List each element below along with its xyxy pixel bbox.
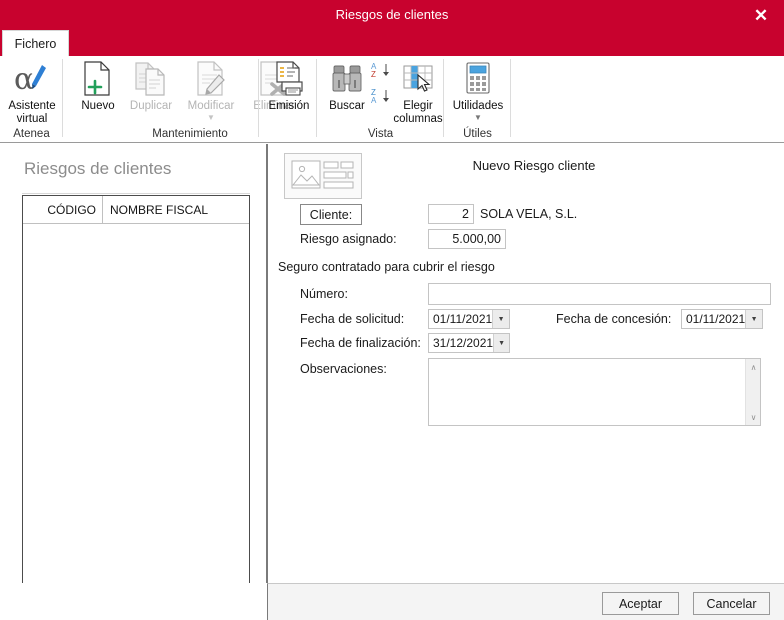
seguro-section-title: Seguro contratado para cubrir el riesgo <box>278 260 495 274</box>
ribbon-group-divider <box>510 59 511 137</box>
ribbon-group-title-utiles: Útiles <box>463 128 492 140</box>
ribbon-label-emision: Emisión <box>268 100 310 112</box>
ribbon-label-asistente-l1: Asistente <box>8 100 56 112</box>
ribbon-button-nuevo[interactable]: Nuevo <box>73 58 123 113</box>
ribbon-group-title-vista: Vista <box>367 128 394 140</box>
observaciones-label: Observaciones: <box>300 362 387 376</box>
ribbon-group-title-mantenimiento: Mantenimiento <box>152 128 228 140</box>
ribbon-label-elegir-l2: columnas <box>393 112 443 125</box>
riesgos-grid[interactable]: CÓDIGO NOMBRE FISCAL <box>22 195 250 593</box>
left-panel-divider <box>22 193 250 194</box>
ribbon-button-buscar[interactable]: Buscar <box>323 58 371 113</box>
ribbon-group-title-atenea: Atenea <box>13 128 50 140</box>
ribbon-group-utiles: Utilidades ▼ Útiles <box>444 56 511 142</box>
ribbon-group-mantenimiento: Nuevo Duplicar Modificar ▼ Eliminar Emis… <box>63 56 317 142</box>
fecha-concesion-datepicker[interactable]: 01/11/2021 ▼ <box>681 309 763 329</box>
print-report-icon <box>267 58 311 100</box>
chevron-down-icon[interactable]: ▼ <box>745 310 762 328</box>
ribbon-button-emision[interactable]: Emisión <box>263 58 315 113</box>
ribbon-label-modificar: Modificar <box>187 100 235 112</box>
binoculars-icon <box>325 58 369 100</box>
scroll-up-icon[interactable]: ∧ <box>746 360 761 374</box>
new-document-icon <box>76 58 120 100</box>
edit-document-icon <box>189 58 233 100</box>
detail-form: Cliente: SOLA VELA, S.L. Riesgo asignado… <box>268 199 784 599</box>
svg-text:A: A <box>371 96 377 105</box>
left-panel-title: Riesgos de clientes <box>24 159 172 178</box>
duplicate-document-icon <box>129 58 173 100</box>
alpha-pen-icon: α <box>10 58 54 100</box>
ribbon-group-atenea: α Asistente virtual Atenea <box>0 56 63 142</box>
chevron-down-icon[interactable]: ▼ <box>493 334 509 352</box>
left-list-panel: Riesgos de clientes CÓDIGO NOMBRE FISCAL <box>0 144 266 620</box>
ribbon-button-duplicar[interactable]: Duplicar <box>122 58 180 113</box>
sort-descending-icon: Z A <box>371 86 393 106</box>
cliente-button[interactable]: Cliente: <box>300 204 362 225</box>
choose-columns-icon <box>396 58 440 100</box>
sort-ascending-icon: A Z <box>371 60 393 80</box>
ribbon-button-elegir-columnas[interactable]: Elegir columnas <box>393 58 443 125</box>
ribbon-button-sort-descending[interactable]: Z A <box>371 86 393 106</box>
chevron-down-icon[interactable]: ▼ <box>492 310 509 328</box>
tab-fichero[interactable]: Fichero <box>2 30 69 56</box>
ribbon-label-asistente-l2: virtual <box>16 112 48 125</box>
ribbon-tab-strip: Fichero <box>0 30 784 56</box>
fecha-finalizacion-datepicker[interactable]: 31/12/2021 ▼ <box>428 333 510 353</box>
cliente-name-value: SOLA VELA, S.L. <box>480 207 578 221</box>
detail-form-panel: Nuevo Riesgo cliente Cliente: SOLA VELA,… <box>267 144 784 620</box>
grid-column-header-nombre-fiscal[interactable]: NOMBRE FISCAL <box>104 196 249 223</box>
grid-body-empty[interactable] <box>23 224 249 592</box>
ribbon-label-duplicar: Duplicar <box>129 100 173 112</box>
riesgo-asignado-label: Riesgo asignado: <box>300 232 397 246</box>
detail-heading: Nuevo Riesgo cliente <box>472 158 596 173</box>
window-title: Riesgos de clientes <box>335 7 449 22</box>
fecha-solicitud-label: Fecha de solicitud: <box>300 312 405 326</box>
cliente-code-input[interactable] <box>428 204 474 224</box>
fecha-concesion-label: Fecha de concesión: <box>556 312 672 326</box>
ribbon-label-elegir-l1: Elegir <box>403 100 433 112</box>
observaciones-textarea[interactable] <box>429 359 745 425</box>
fecha-concesion-value: 01/11/2021 <box>686 312 746 326</box>
ribbon-button-modificar[interactable]: Modificar ▼ <box>178 58 244 122</box>
ribbon-label-buscar: Buscar <box>329 100 365 112</box>
ribbon-group-vista: Buscar A Z Z A Elegir columnas Vista <box>317 56 444 142</box>
observaciones-field-wrapper: ∧ ∨ <box>428 358 761 426</box>
fecha-finalizacion-value: 31/12/2021 <box>433 336 494 350</box>
aceptar-button[interactable]: Aceptar <box>602 592 679 615</box>
close-icon[interactable]: ✕ <box>744 0 778 30</box>
observaciones-scrollbar[interactable]: ∧ ∨ <box>745 359 760 425</box>
ribbon-label-nuevo: Nuevo <box>81 100 115 112</box>
dialog-footer: Aceptar Cancelar <box>267 583 784 620</box>
ribbon-button-utilidades[interactable]: Utilidades ▼ <box>450 58 506 122</box>
grid-header-row: CÓDIGO NOMBRE FISCAL <box>23 196 249 224</box>
fecha-solicitud-datepicker[interactable]: 01/11/2021 ▼ <box>428 309 510 329</box>
ribbon-button-asistente-virtual[interactable]: α Asistente virtual <box>8 58 56 125</box>
chevron-down-icon[interactable]: ▼ <box>474 113 482 122</box>
ribbon-subgroup-divider <box>258 59 259 137</box>
scroll-down-icon[interactable]: ∨ <box>746 410 761 424</box>
cancelar-button[interactable]: Cancelar <box>693 592 770 615</box>
numero-input[interactable] <box>428 283 771 305</box>
ribbon-label-utilidades: Utilidades <box>452 100 504 112</box>
svg-text:Z: Z <box>371 70 376 79</box>
svg-text:α: α <box>14 62 34 96</box>
title-bar: Riesgos de clientes ✕ <box>0 0 784 30</box>
fecha-solicitud-value: 01/11/2021 <box>433 312 493 326</box>
grid-column-header-codigo[interactable]: CÓDIGO <box>23 196 103 223</box>
fecha-finalizacion-label: Fecha de finalización: <box>300 336 421 350</box>
application-window: Riesgos de clientes ✕ Fichero α Asistent… <box>0 0 784 620</box>
numero-label: Número: <box>300 287 348 301</box>
ribbon-button-sort-ascending[interactable]: A Z <box>371 60 393 80</box>
ribbon-toolbar: α Asistente virtual Atenea Nuevo Duplica… <box>0 56 784 143</box>
calculator-icon <box>456 58 500 100</box>
chevron-down-icon[interactable]: ▼ <box>207 113 215 122</box>
riesgo-asignado-input[interactable] <box>428 229 506 249</box>
footer-left-filler <box>0 583 267 620</box>
